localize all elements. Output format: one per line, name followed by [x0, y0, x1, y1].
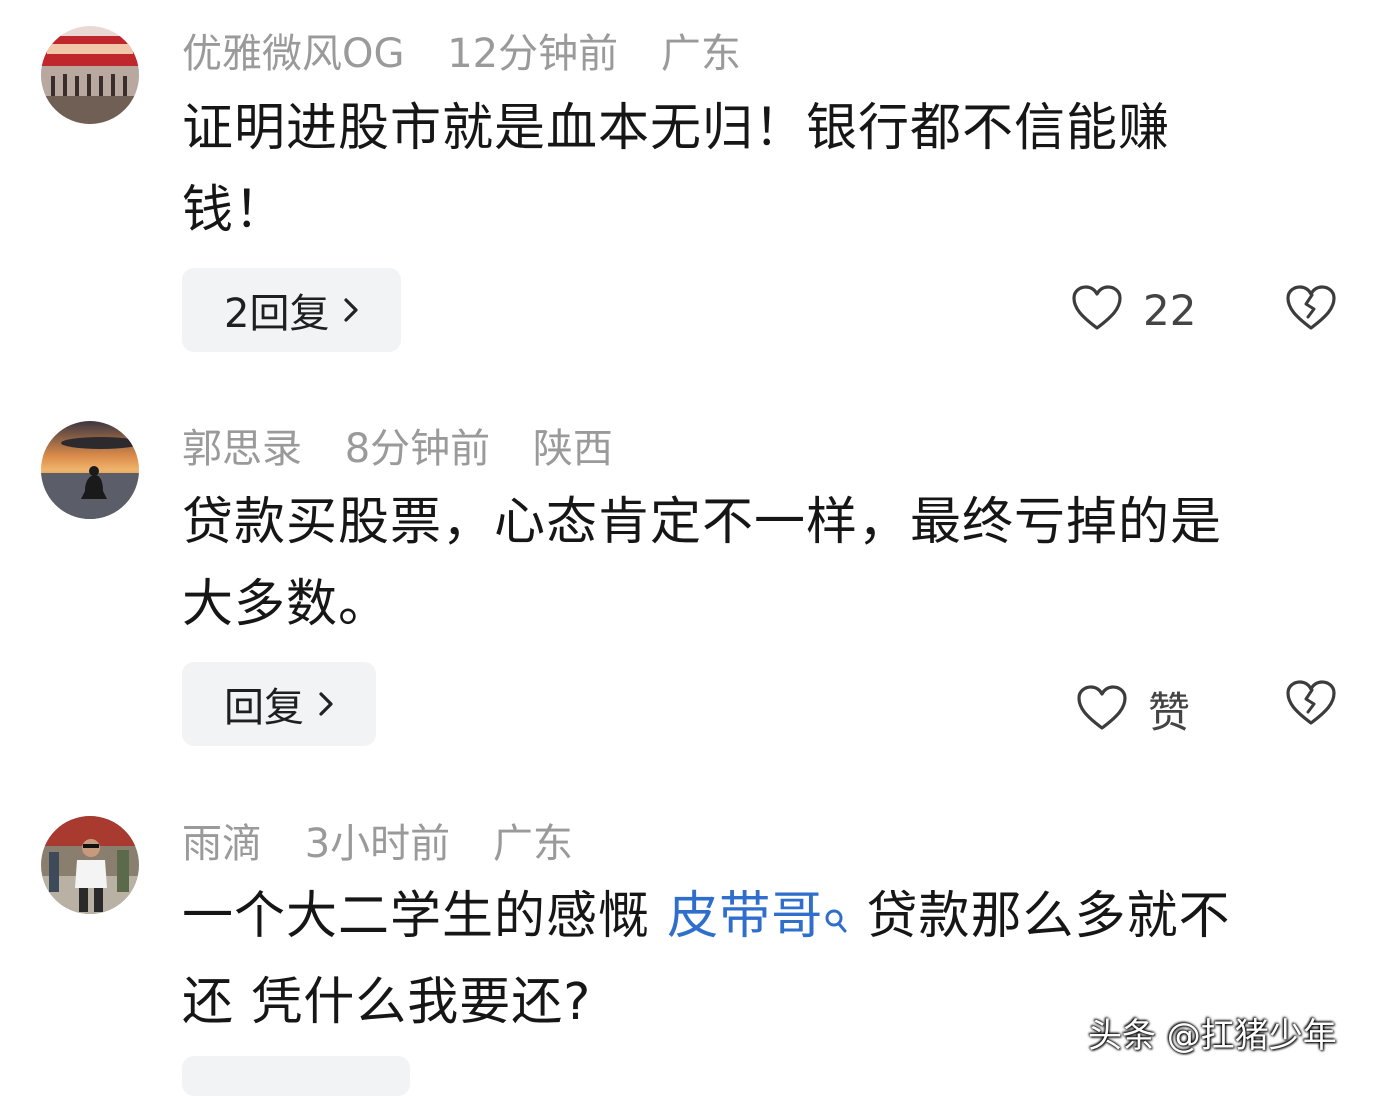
- comment-text-line: 证明进股市就是血本无归！银行都不信能赚: [182, 99, 1171, 158]
- username[interactable]: 雨滴: [182, 821, 262, 867]
- location: 陕西: [532, 426, 613, 472]
- location: 广东: [660, 31, 741, 77]
- timestamp: 8分钟前: [344, 426, 491, 472]
- watermark: 头条 @扛猪少年: [1088, 1016, 1337, 1056]
- heart-icon: [1071, 284, 1123, 336]
- like-count: 22: [1143, 285, 1197, 335]
- timestamp: 12分钟前: [447, 31, 619, 77]
- heart-icon: [1076, 684, 1128, 736]
- comment-text-line: 大多数。: [182, 575, 391, 634]
- reply-label: 回复: [224, 685, 304, 731]
- comment-meta: 雨滴 3小时前 广东: [182, 824, 603, 864]
- location: 广东: [492, 821, 573, 867]
- reply-label: 2回复: [224, 291, 330, 337]
- avatar[interactable]: [41, 816, 139, 914]
- comment-text-line: 钱！: [182, 181, 287, 240]
- like-label: 赞: [1148, 688, 1191, 737]
- timestamp: 3小时前: [304, 821, 451, 867]
- broken-heart-icon: [1285, 285, 1337, 336]
- chevron-right-icon: [343, 296, 359, 324]
- username[interactable]: 优雅微风OG: [182, 31, 404, 77]
- comment-meta: 优雅微风OG 12分钟前 广东: [182, 34, 771, 74]
- like-button[interactable]: 22: [1071, 284, 1196, 336]
- username[interactable]: 郭思录: [182, 426, 302, 472]
- reply-button[interactable]: 2回复: [182, 268, 402, 352]
- reply-button[interactable]: 回复: [182, 662, 376, 746]
- like-button[interactable]: 赞: [1076, 679, 1190, 740]
- comment-text-segment: 一个大二学生的感慨: [182, 887, 668, 946]
- avatar[interactable]: [41, 26, 139, 124]
- search-icon: [823, 880, 849, 962]
- avatar[interactable]: [41, 421, 139, 519]
- mention-text: 皮带哥: [667, 887, 824, 946]
- dislike-button[interactable]: [1285, 284, 1337, 336]
- comment-text: 证明进股市就是血本无归！银行都不信能赚 钱！: [182, 88, 1322, 252]
- comment-text-line: 一个大二学生的感慨 皮带哥 贷款那么多就不: [182, 876, 1342, 962]
- comment-text-line: 贷款买股票，心态肯定不一样，最终亏掉的是: [182, 493, 1223, 552]
- chevron-right-icon: [318, 690, 334, 718]
- mention-link[interactable]: 皮带哥: [667, 887, 849, 946]
- comment-meta: 郭思录 8分钟前 陕西: [182, 429, 643, 469]
- dislike-button[interactable]: [1285, 679, 1337, 731]
- reply-button[interactable]: [182, 1056, 410, 1096]
- comment-text-segment: 贷款那么多就不: [849, 887, 1231, 946]
- comment-text: 贷款买股票，心态肯定不一样，最终亏掉的是 大多数。: [182, 482, 1322, 646]
- broken-heart-icon: [1285, 680, 1337, 731]
